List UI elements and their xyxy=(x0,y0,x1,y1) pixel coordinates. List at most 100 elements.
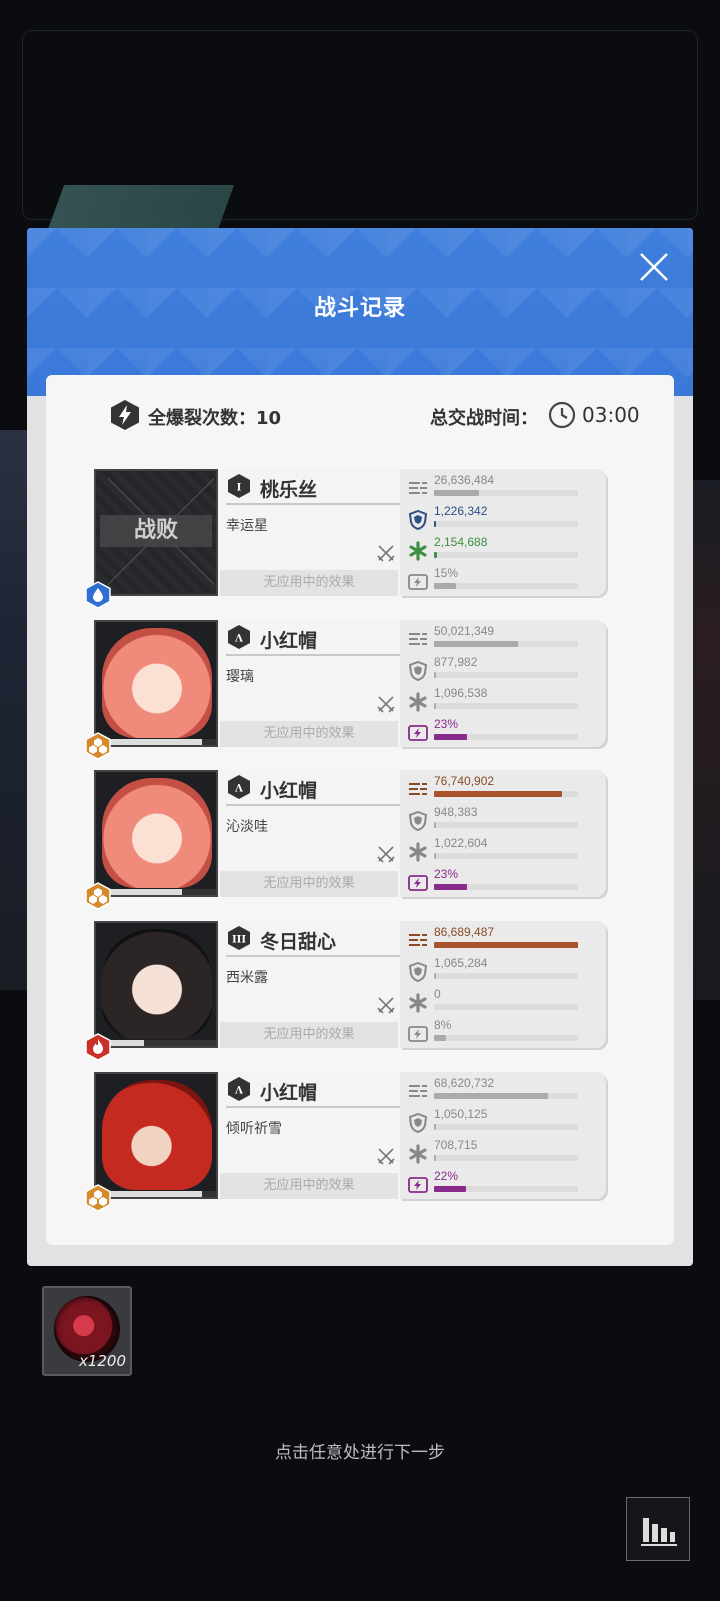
stat-bar-track xyxy=(434,791,578,797)
heal-icon xyxy=(408,842,428,862)
stat-heal: 1,096,538 xyxy=(400,686,606,716)
stat-bar-track xyxy=(434,1155,578,1161)
damage-icon xyxy=(408,780,428,800)
stat-bar-track xyxy=(434,641,578,647)
stat-damage: 76,740,902 xyxy=(400,774,606,804)
stat-bar-fill xyxy=(434,1186,466,1192)
character-portrait-art xyxy=(102,628,212,738)
burst-icon xyxy=(408,572,428,592)
heal-icon xyxy=(408,541,428,561)
no-effect-label: 无应用中的效果 xyxy=(220,570,398,596)
character-name: 小红帽 xyxy=(260,630,318,652)
full-burst-count: 全爆裂次数：10 xyxy=(148,408,282,429)
rank-text: III xyxy=(232,935,246,946)
character-info: Λ 小红帽 璎璃 无应用中的效果 xyxy=(218,620,400,747)
total-time-value: 03:00 xyxy=(582,403,640,427)
divider xyxy=(226,654,400,656)
squad-row[interactable]: Λ 小红帽 璎璃 无应用中的效果 50,021,349 877,982 1,09… xyxy=(85,620,606,760)
rank-text: Λ xyxy=(234,1086,243,1097)
burst-rank-icon: Λ xyxy=(228,1077,250,1101)
full-burst-icon xyxy=(111,400,139,430)
character-portrait[interactable] xyxy=(94,620,218,747)
character-name: 桃乐丝 xyxy=(260,479,318,501)
dialog-header: 战斗记录 xyxy=(27,228,693,396)
character-info: I 桃乐丝 幸运星 无应用中的效果 xyxy=(218,469,400,596)
stat-bar-track xyxy=(434,1186,578,1192)
stat-bar-fill xyxy=(434,490,479,496)
stat-damage: 68,620,732 xyxy=(400,1076,606,1106)
crossed-swords-icon xyxy=(377,997,395,1014)
stat-value: 1,226,342 xyxy=(434,504,488,518)
rank-text: Λ xyxy=(234,784,243,795)
stat-bar-track xyxy=(434,973,578,979)
crossed-swords-icon xyxy=(377,846,395,863)
burst-rank-icon: Λ xyxy=(228,625,250,649)
close-button[interactable] xyxy=(637,250,671,284)
character-portrait[interactable] xyxy=(94,921,218,1048)
bar-chart-icon xyxy=(641,1518,677,1546)
divider xyxy=(226,955,400,957)
stat-bar-fill xyxy=(434,672,437,678)
divider xyxy=(226,503,400,505)
stat-value: 50,021,349 xyxy=(434,624,495,638)
character-info: Λ 小红帽 沁淡哇 无应用中的效果 xyxy=(218,770,400,897)
stat-burst: 23% xyxy=(400,867,606,897)
fire-element-icon xyxy=(84,1033,112,1061)
stat-bar-track xyxy=(434,672,578,678)
damage-stats-button[interactable] xyxy=(626,1497,690,1561)
squad-row[interactable]: Λ 小红帽 倾听祈雪 无应用中的效果 68,620,732 1,050,125 … xyxy=(85,1072,606,1212)
stat-bar-fill xyxy=(434,884,468,890)
clock-icon xyxy=(548,401,576,429)
shield-icon xyxy=(408,810,428,832)
stat-bar-track xyxy=(434,552,578,558)
iron-element-icon xyxy=(84,1184,112,1212)
character-stats: 50,021,349 877,982 1,096,538 23% xyxy=(400,620,606,747)
iron-element-icon xyxy=(84,732,112,760)
stat-bar-fill xyxy=(434,734,468,740)
stat-bar-fill xyxy=(434,1093,548,1099)
stat-value: 2,154,688 xyxy=(434,535,488,549)
stat-bar-fill xyxy=(434,521,437,527)
character-portrait-art xyxy=(102,778,212,888)
reward-count: x1200 xyxy=(78,1352,126,1370)
heal-icon xyxy=(408,1144,428,1164)
stat-bar-fill xyxy=(434,703,437,709)
stat-value: 68,620,732 xyxy=(434,1076,495,1090)
squad-row[interactable]: III 冬日甜心 西米露 无应用中的效果 86,689,487 1,065,28… xyxy=(85,921,606,1061)
stat-bar-fill xyxy=(434,1124,437,1130)
character-portrait[interactable] xyxy=(94,1072,218,1199)
rank-text: I xyxy=(237,483,242,494)
character-portrait[interactable] xyxy=(94,770,218,897)
character-stats: 86,689,487 1,065,284 0 8% xyxy=(400,921,606,1048)
damage-icon xyxy=(408,931,428,951)
character-portrait[interactable]: 战败 xyxy=(94,469,218,596)
stat-bar-fill xyxy=(434,641,518,647)
stat-burst: 15% xyxy=(400,566,606,596)
damage-icon xyxy=(408,1082,428,1102)
stat-bar-track xyxy=(434,583,578,589)
dialog-title: 战斗记录 xyxy=(313,296,406,321)
stat-heal: 708,715 xyxy=(400,1138,606,1168)
damage-icon xyxy=(408,479,428,499)
battle-record-dialog: 战斗记录 全爆裂次数：10 总交战时间： 03:00 战败 I 桃乐丝 幸运星 … xyxy=(27,228,693,1266)
character-info: Λ 小红帽 倾听祈雪 无应用中的效果 xyxy=(218,1072,400,1199)
squad-row[interactable]: Λ 小红帽 沁淡哇 无应用中的效果 76,740,902 948,383 1,0… xyxy=(85,770,606,910)
reward-item[interactable]: x1200 xyxy=(42,1286,132,1376)
squad-row[interactable]: 战败 I 桃乐丝 幸运星 无应用中的效果 26,636,484 1,226,34… xyxy=(85,469,606,609)
heal-icon xyxy=(408,692,428,712)
shield-icon xyxy=(408,660,428,682)
stat-value: 76,740,902 xyxy=(434,774,495,788)
stat-value: 708,715 xyxy=(434,1138,478,1152)
stat-bar-track xyxy=(434,1035,578,1041)
stat-damage: 26,636,484 xyxy=(400,473,606,503)
stat-value: 1,065,284 xyxy=(434,956,488,970)
stat-shield: 1,065,284 xyxy=(400,956,606,986)
stat-value: 15% xyxy=(434,566,459,580)
continue-hint[interactable]: 点击任意处进行下一步 xyxy=(0,1438,720,1463)
divider xyxy=(226,804,400,806)
stat-burst: 22% xyxy=(400,1169,606,1199)
stat-bar-fill xyxy=(434,942,578,948)
stat-burst: 8% xyxy=(400,1018,606,1048)
stat-value: 1,096,538 xyxy=(434,686,488,700)
player-name: 倾听祈雪 xyxy=(226,1121,282,1137)
